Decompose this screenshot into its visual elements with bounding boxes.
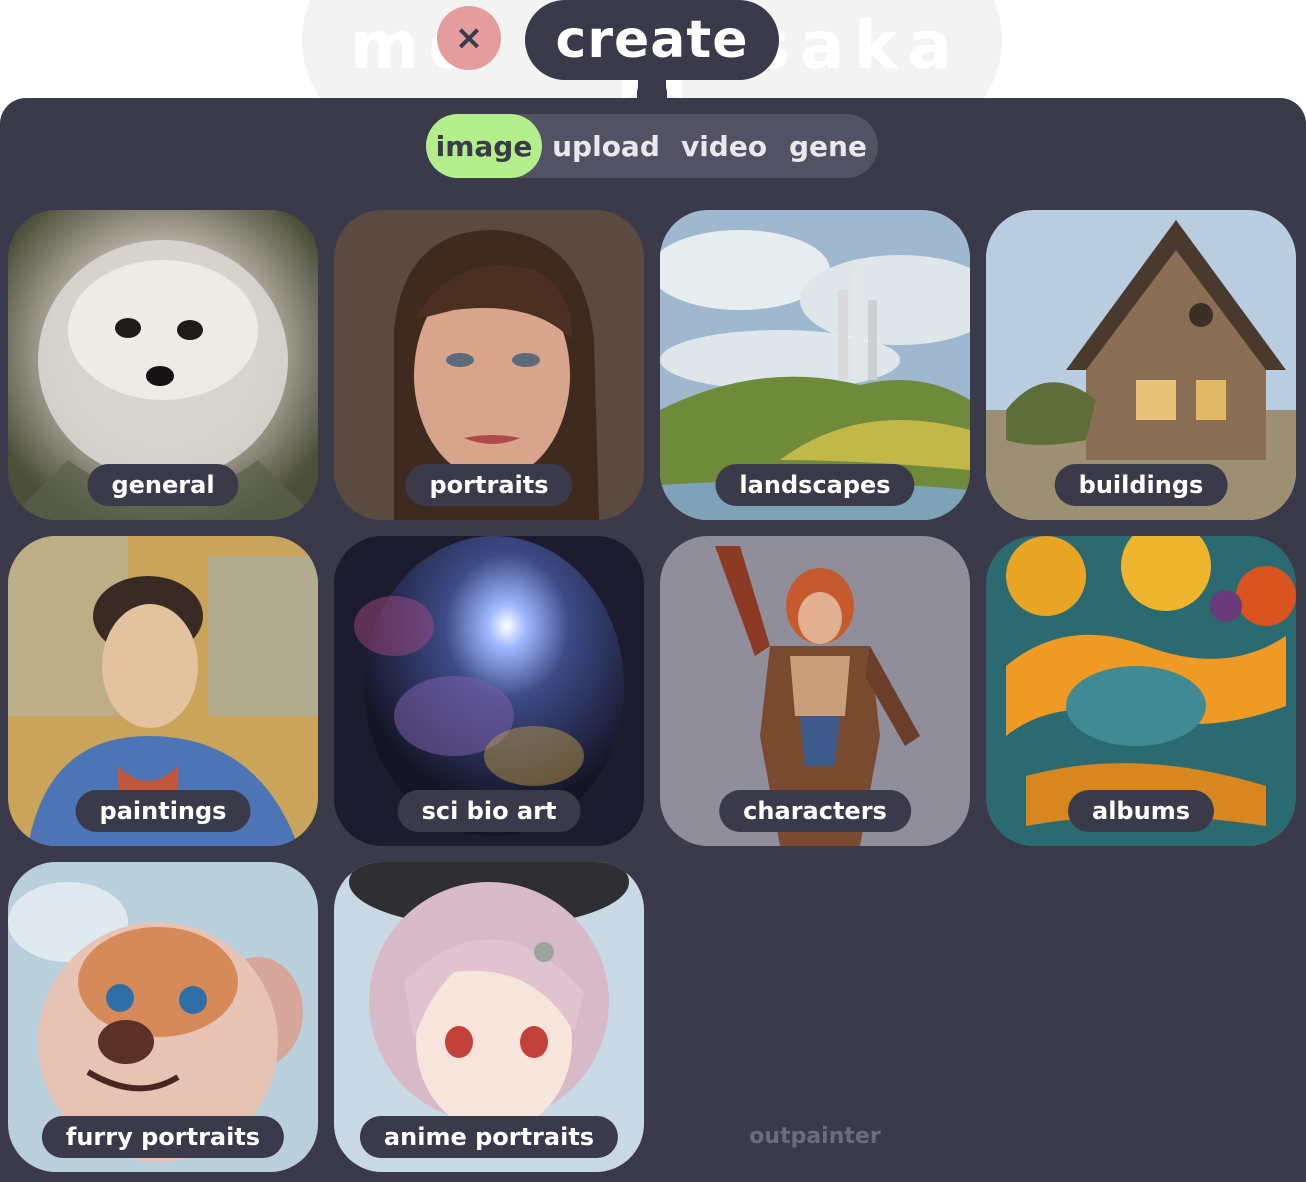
category-label: sci bio art: [397, 790, 581, 832]
category-label: characters: [719, 790, 911, 832]
category-tile-portraits[interactable]: portraits: [334, 210, 644, 520]
close-button[interactable]: ×: [437, 6, 501, 70]
create-title: create: [525, 0, 779, 80]
category-label: portraits: [405, 464, 573, 506]
category-tile-sci-bio-art[interactable]: sci bio art: [334, 536, 644, 846]
category-label: anime portraits: [359, 1116, 619, 1158]
mode-tabs: image upload video gene: [426, 114, 878, 178]
category-tile-landscapes[interactable]: landscapes: [660, 210, 970, 520]
logo-letter: a: [799, 6, 847, 84]
category-label: albums: [1068, 790, 1214, 832]
logo-letter: k: [853, 6, 900, 84]
logo-letter: m: [350, 6, 421, 84]
logo-letter: a: [907, 6, 954, 84]
tab-gene[interactable]: gene: [778, 114, 878, 178]
category-tile-general[interactable]: general: [8, 210, 318, 520]
category-label: furry portraits: [41, 1116, 285, 1158]
tab-upload[interactable]: upload: [542, 114, 670, 178]
create-modal-page: m o s a k a create × image upload video …: [0, 0, 1306, 1182]
category-tile-albums[interactable]: albums: [986, 536, 1296, 846]
close-icon: ×: [454, 18, 484, 58]
category-label: buildings: [1054, 464, 1228, 506]
category-label: general: [87, 464, 239, 506]
category-tile-buildings[interactable]: buildings: [986, 210, 1296, 520]
tab-label: gene: [789, 129, 867, 163]
tab-label: upload: [552, 129, 660, 163]
tab-image[interactable]: image: [426, 114, 542, 178]
category-label: landscapes: [715, 464, 915, 506]
category-tile-characters[interactable]: characters: [660, 536, 970, 846]
category-label: paintings: [75, 790, 251, 832]
category-tile-furry-portraits[interactable]: furry portraits: [8, 862, 318, 1172]
category-tile-anime-portraits[interactable]: anime portraits: [334, 862, 644, 1172]
category-tile-paintings[interactable]: paintings: [8, 536, 318, 846]
outpainter-link[interactable]: outpainter: [660, 1114, 970, 1158]
tab-label: video: [680, 129, 768, 163]
tab-video[interactable]: video: [670, 114, 778, 178]
tab-label: image: [435, 129, 533, 163]
